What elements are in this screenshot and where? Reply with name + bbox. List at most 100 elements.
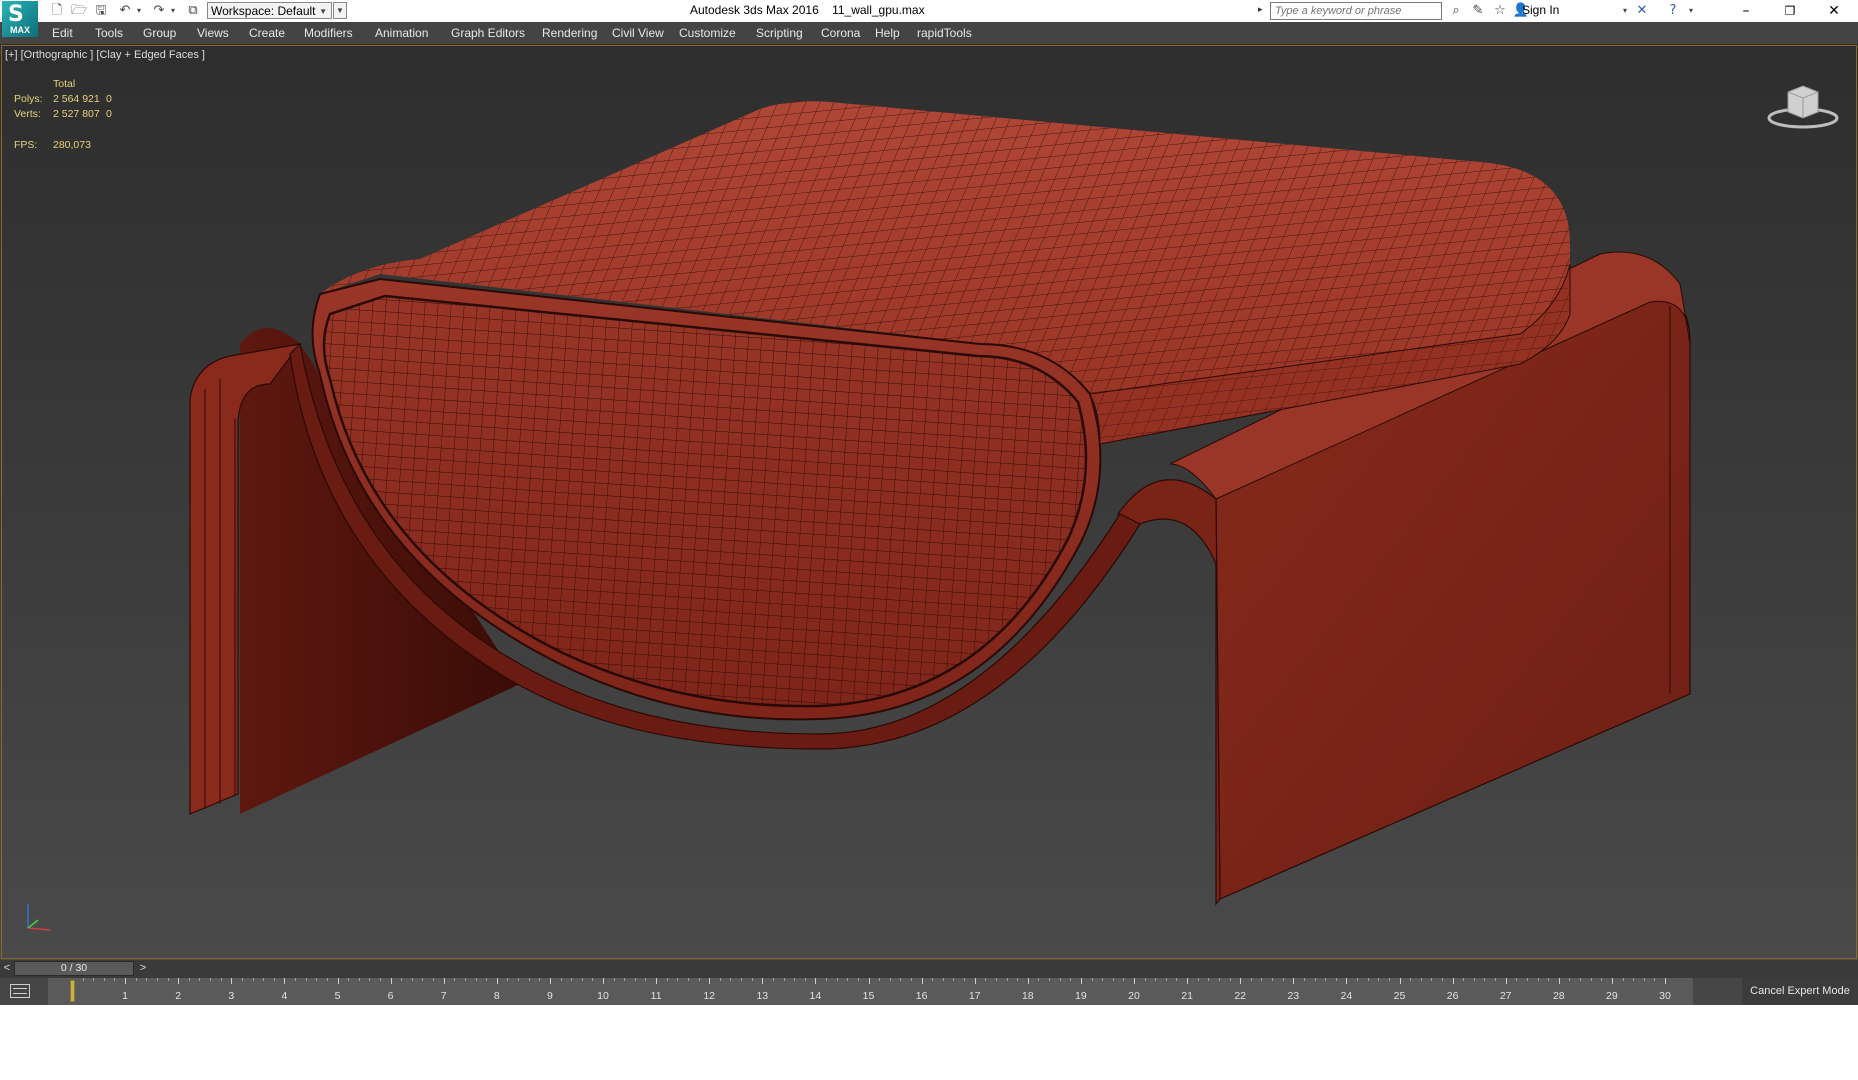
timeline-minor-tick xyxy=(1367,978,1369,981)
timeline-minor-tick xyxy=(401,978,403,981)
minimize-button[interactable]: – xyxy=(1724,0,1768,22)
sign-in-button[interactable]: Sign In xyxy=(1522,3,1559,17)
timeline-minor-tick xyxy=(518,978,520,981)
timeline-minor-tick xyxy=(1526,978,1528,981)
timeline-minor-tick xyxy=(1282,978,1284,981)
ottoman-model[interactable] xyxy=(0,44,1858,960)
timeline-minor-tick xyxy=(1006,978,1008,981)
timeline-minor-tick xyxy=(1197,978,1199,981)
menu-graph-editors[interactable]: Graph Editors xyxy=(451,26,525,40)
timeline-minor-tick xyxy=(995,978,997,981)
timeline-tick xyxy=(762,978,764,984)
timeline-minor-tick xyxy=(1091,978,1093,981)
help-icon[interactable]: ? xyxy=(1664,2,1682,20)
timeline-minor-tick xyxy=(369,978,371,981)
menu-help[interactable]: Help xyxy=(875,26,900,40)
search-binoculars-icon[interactable]: ⌕ xyxy=(1447,2,1465,20)
timeline-minor-tick xyxy=(783,978,785,981)
timeline-tick xyxy=(1027,978,1029,984)
restore-button[interactable]: ❐ xyxy=(1768,0,1812,22)
timeline-minor-tick xyxy=(433,978,435,981)
timeline-tick xyxy=(390,978,392,984)
menu-views[interactable]: Views xyxy=(197,26,229,40)
close-button[interactable]: ✕ xyxy=(1812,0,1856,22)
search-input[interactable] xyxy=(1270,2,1442,20)
workspace-select[interactable]: Workspace: Default ▼ xyxy=(207,2,332,19)
timeline-minor-tick xyxy=(82,978,84,981)
timeline-tick xyxy=(549,978,551,984)
timeline-minor-tick xyxy=(305,978,307,981)
timeline-frame-label: 4 xyxy=(281,990,288,1002)
new-file-icon[interactable]: 🗋 xyxy=(48,2,66,20)
timeline-frame-label: 23 xyxy=(1287,990,1300,1002)
time-slider-prev-button[interactable]: < xyxy=(0,961,14,976)
timeline-minor-tick xyxy=(1144,978,1146,981)
sign-in-dropdown-icon[interactable]: ▾ xyxy=(1616,2,1634,20)
menu-modifiers[interactable]: Modifiers xyxy=(304,26,353,40)
current-frame-marker[interactable] xyxy=(70,980,75,1002)
search-expand-icon[interactable]: ▸ xyxy=(1258,4,1263,15)
timeline-minor-tick xyxy=(1643,978,1645,981)
curve-editor-icon[interactable] xyxy=(10,984,30,998)
help-dropdown-icon[interactable]: ▾ xyxy=(1682,2,1700,20)
timeline-minor-tick xyxy=(1165,978,1167,981)
timeline-minor-tick xyxy=(486,978,488,981)
timeline-tick xyxy=(125,978,127,984)
quick-access-customize-button[interactable]: ▼ xyxy=(333,2,347,19)
undo-dropdown-icon[interactable]: ▾ xyxy=(134,2,144,20)
workspace-select-value: Workspace: Default xyxy=(211,4,316,18)
menu-create[interactable]: Create xyxy=(249,26,285,40)
timeline-frame-label: 3 xyxy=(228,990,235,1002)
redo-dropdown-icon[interactable]: ▾ xyxy=(168,2,178,20)
timeline-minor-tick xyxy=(571,978,573,981)
open-file-icon[interactable]: 🗁 xyxy=(70,2,88,20)
timeline-ruler[interactable]: 1 2 3 4 5 6 7 8 9 10 11 12 13 14 15 16 17 18 19 20 21 22 23 24 2… xyxy=(48,978,1693,1005)
timeline-tick xyxy=(974,978,976,984)
menu-tools[interactable]: Tools xyxy=(95,26,123,40)
favorites-star-icon[interactable]: ☆ xyxy=(1491,2,1509,20)
menu-animation[interactable]: Animation xyxy=(375,26,428,40)
cancel-expert-mode-button[interactable]: Cancel Expert Mode xyxy=(1742,978,1858,1005)
timeline-minor-tick xyxy=(836,978,838,981)
timeline-minor-tick xyxy=(167,978,169,981)
timeline-minor-tick xyxy=(1654,978,1656,981)
timeline-minor-tick xyxy=(93,978,95,981)
timeline-minor-tick xyxy=(1229,978,1231,981)
undo-icon[interactable]: ↶ xyxy=(116,2,134,20)
timeline-minor-tick xyxy=(1580,978,1582,981)
project-folder-icon[interactable]: ⧉ xyxy=(184,2,202,20)
time-slider-next-button[interactable]: > xyxy=(136,961,150,976)
timeline-minor-tick xyxy=(1017,978,1019,981)
menu-customize[interactable]: Customize xyxy=(679,26,736,40)
menu-civil-view[interactable]: Civil View xyxy=(612,26,664,40)
timeline-minor-tick xyxy=(857,978,859,981)
menu-rendering[interactable]: Rendering xyxy=(542,26,597,40)
timeline-minor-tick xyxy=(199,978,201,981)
time-slider[interactable]: < 0 / 30 > xyxy=(0,960,1858,978)
window-title: Autodesk 3ds Max 2016 11_wall_gpu.max xyxy=(690,3,925,17)
save-icon[interactable]: 🖫 xyxy=(92,2,110,20)
app-menu-button[interactable]: S MAX xyxy=(2,1,38,37)
time-slider-thumb[interactable]: 0 / 30 xyxy=(14,961,134,976)
communication-center-icon[interactable]: ✎ xyxy=(1469,2,1487,20)
timeline-frame-label: 19 xyxy=(1075,990,1087,1002)
exchange-apps-icon[interactable]: ✕ xyxy=(1633,2,1651,20)
menu-corona[interactable]: Corona xyxy=(821,26,860,40)
menu-scripting[interactable]: Scripting xyxy=(756,26,803,40)
timeline-minor-tick xyxy=(475,978,477,981)
redo-icon[interactable]: ↷ xyxy=(150,2,168,20)
perspective-viewport[interactable]: [+] [Orthographic ] [Clay + Edged Faces … xyxy=(0,44,1858,960)
viewcube[interactable] xyxy=(1764,80,1842,132)
timeline-minor-tick xyxy=(1463,978,1465,981)
timeline-minor-tick xyxy=(1314,978,1316,981)
menu-group[interactable]: Group xyxy=(143,26,176,40)
timeline-minor-tick xyxy=(687,978,689,981)
timeline-minor-tick xyxy=(1102,978,1104,981)
timeline-frame-label: 27 xyxy=(1499,990,1512,1002)
menu-rapidtools[interactable]: rapidTools xyxy=(917,26,972,40)
timeline-minor-tick xyxy=(592,978,594,981)
timeline-frame-label: 18 xyxy=(1021,990,1034,1002)
timeline-frame-label: 20 xyxy=(1128,990,1140,1002)
timeline-minor-tick xyxy=(507,978,509,981)
menu-edit[interactable]: Edit xyxy=(52,26,73,40)
